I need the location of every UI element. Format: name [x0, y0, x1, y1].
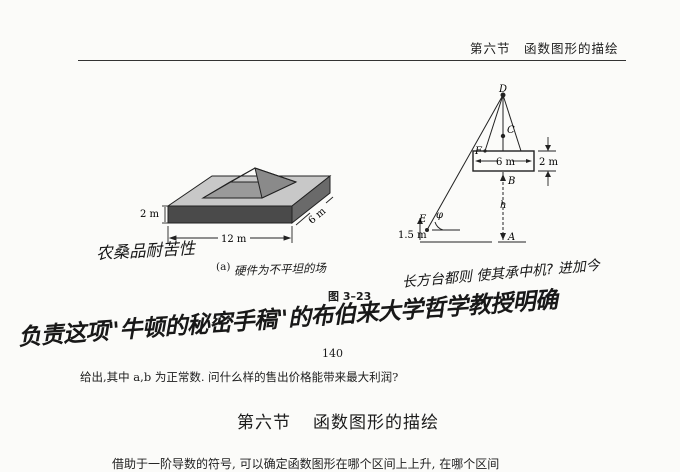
dim-6m-right: 6 m — [496, 157, 516, 168]
dim-12m: 12 m — [221, 234, 247, 245]
point-label-E: E — [418, 214, 427, 225]
figure-3-23: 2 m 12 m 6 m D C F 6 m 2 m B h E φ 1.5 m… — [140, 84, 559, 245]
section-title: 第六节 函数图形的描绘 — [237, 408, 439, 433]
section-name: 函数图形的描绘 — [313, 413, 439, 433]
height-label-h: h — [500, 200, 506, 211]
point-label-B: B — [507, 176, 515, 187]
section-number: 第六节 — [237, 413, 291, 433]
body-paragraph-start: 借助于一阶导数的符号, 可以确定函数图形在哪个区间上上升, 在哪个区间 — [112, 457, 500, 471]
point-label-F: F — [474, 146, 483, 157]
dim-1-5m: 1.5 m — [398, 230, 427, 241]
handwritten-note-2: 硬件为不平坦的场 — [233, 260, 327, 278]
page-number: 140 — [322, 347, 343, 360]
angle-label-phi: φ — [436, 210, 443, 221]
dim-2m-left: 2 m — [140, 209, 160, 220]
point-label-C: C — [507, 125, 515, 136]
point-label-D: D — [498, 84, 507, 95]
sub-figure-label: (a) — [216, 261, 231, 273]
dim-2m-right: 2 m — [539, 157, 559, 168]
point-label-A: A — [507, 232, 515, 243]
frustum-drawing — [166, 167, 332, 225]
problem-text: 给出,其中 a,b 为正常数. 问什么样的售出价格能带来最大利润? — [80, 370, 399, 384]
